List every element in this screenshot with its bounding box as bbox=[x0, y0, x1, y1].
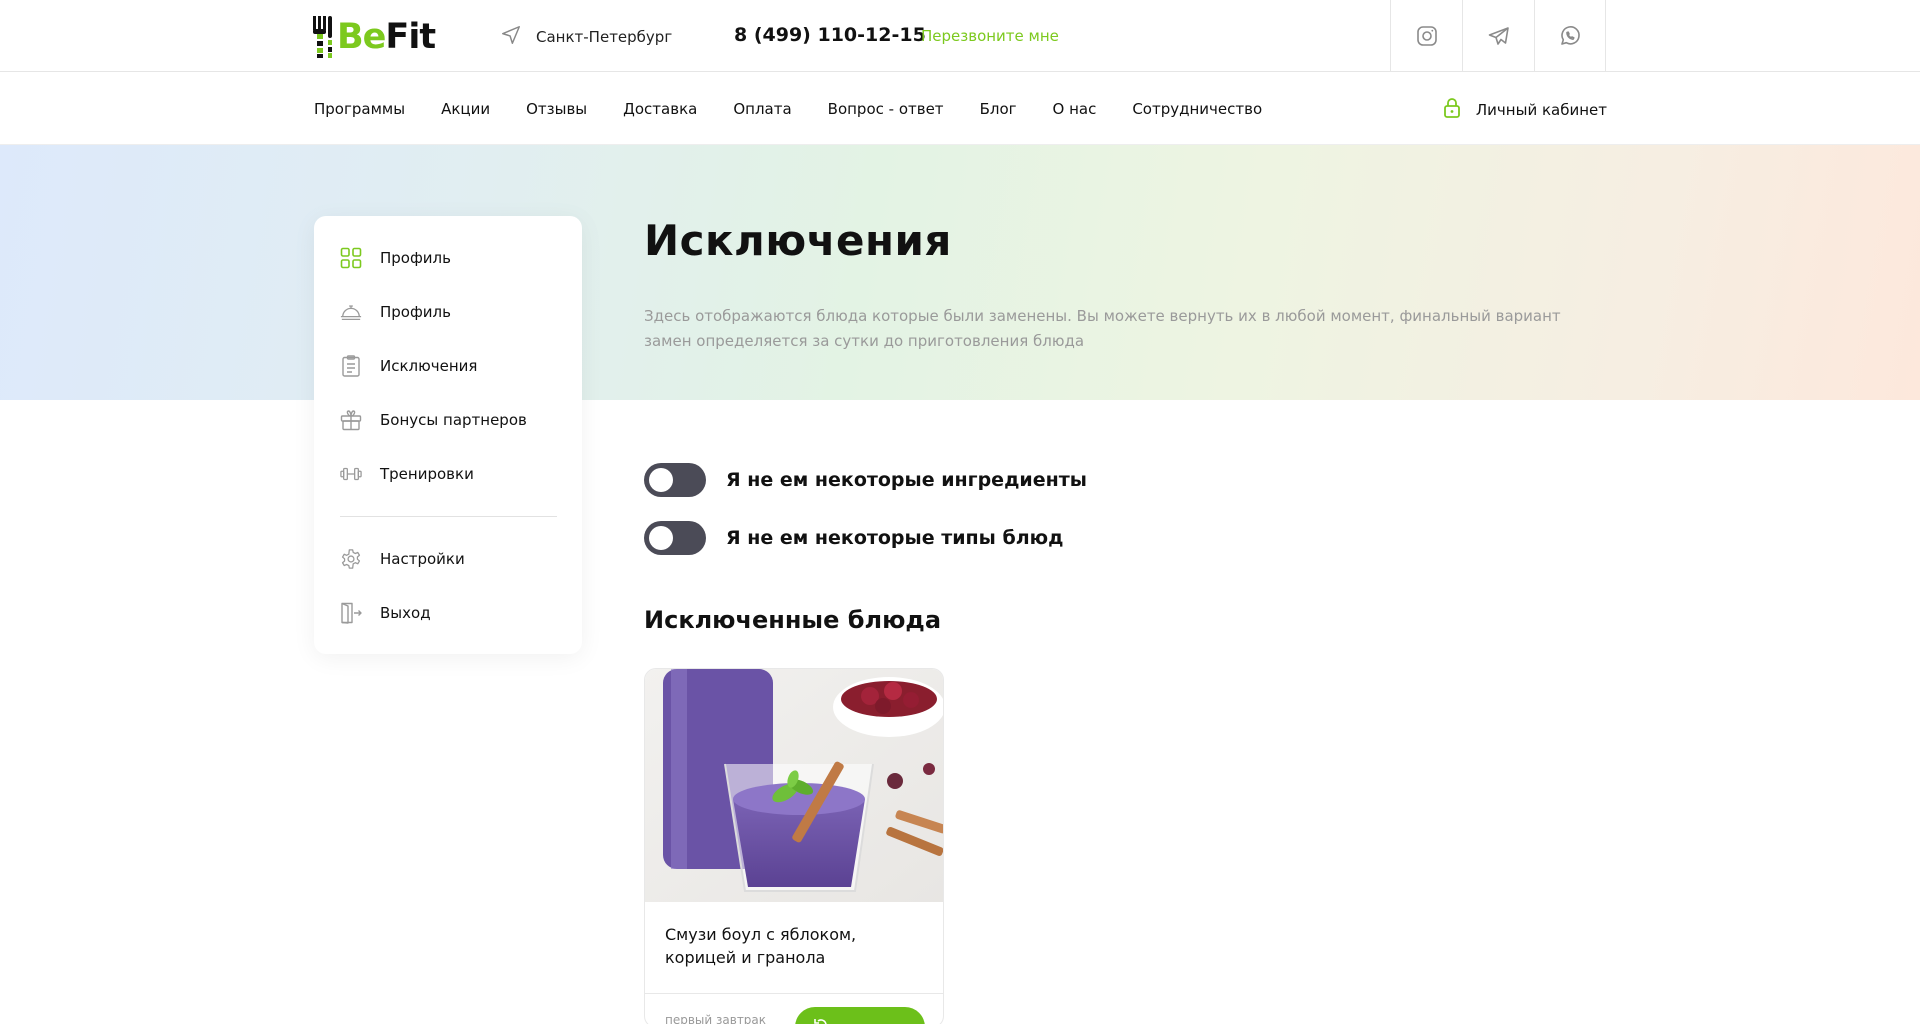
location-arrow-icon bbox=[500, 24, 522, 50]
grid-icon bbox=[340, 247, 362, 269]
gift-icon bbox=[340, 409, 362, 431]
nav-item-promotions[interactable]: Акции bbox=[441, 100, 490, 118]
phone-number[interactable]: 8 (499) 110-12-15 bbox=[734, 24, 926, 46]
meal-type: первый завтрак bbox=[665, 1013, 767, 1024]
toggle-dish-types-row[interactable]: Я не ем некоторые типы блюд bbox=[644, 521, 1063, 555]
hero-gradient-band bbox=[0, 145, 1920, 400]
sidebar-item-label: Настройки bbox=[380, 550, 465, 568]
dish-types-toggle-label: Я не ем некоторые типы блюд bbox=[726, 527, 1064, 549]
page-description: Здесь отображаются блюда которые были за… bbox=[644, 307, 1561, 350]
logo[interactable]: BeFit bbox=[313, 16, 436, 58]
sidebar-item-label: Исключения bbox=[380, 357, 478, 375]
nav-item-reviews[interactable]: Отзывы bbox=[526, 100, 587, 118]
cloche-icon bbox=[340, 301, 362, 323]
city-name: Санкт-Петербург bbox=[536, 28, 673, 46]
dish-card[interactable]: Смузи боул с яблоком, корицей и гранола … bbox=[644, 668, 944, 1024]
sidebar-item-label: Профиль bbox=[380, 303, 451, 321]
nav-item-programs[interactable]: Программы bbox=[314, 100, 405, 118]
nav-item-faq[interactable]: Вопрос - ответ bbox=[828, 100, 944, 118]
page-title: Исключения bbox=[644, 216, 952, 265]
whatsapp-icon[interactable] bbox=[1534, 0, 1606, 72]
nav-item-about[interactable]: О нас bbox=[1053, 100, 1097, 118]
dish-photo bbox=[645, 669, 943, 902]
logo-text-be: Be bbox=[337, 17, 386, 57]
gear-icon bbox=[340, 548, 362, 570]
ingredients-toggle-label: Я не ем некоторые ингредиенты bbox=[726, 469, 1087, 491]
excluded-dishes-title: Исключенные блюда bbox=[644, 606, 942, 634]
toggle-ingredients-row[interactable]: Я не ем некоторые ингредиенты bbox=[644, 463, 1087, 497]
logo-text: BeFit bbox=[337, 17, 436, 57]
sidebar-item-exclusions[interactable]: Исключения bbox=[340, 355, 477, 377]
dumbbell-icon bbox=[340, 463, 362, 485]
nav-item-payment[interactable]: Оплата bbox=[733, 100, 791, 118]
account-sidebar: Профиль Профиль Исключения Бонусы партне… bbox=[314, 216, 582, 654]
sidebar-item-label: Бонусы партнеров bbox=[380, 411, 527, 429]
logout-icon bbox=[340, 602, 362, 624]
nav-menu: Программы Акции Отзывы Доставка Оплата В… bbox=[314, 100, 1298, 118]
city-selector[interactable]: Санкт-Петербург bbox=[500, 24, 672, 50]
sidebar-item-partner-bonuses[interactable]: Бонусы партнеров bbox=[340, 409, 527, 431]
logo-text-fit: Fit bbox=[385, 17, 436, 57]
restore-dish-button[interactable] bbox=[795, 1007, 925, 1024]
nav-item-blog[interactable]: Блог bbox=[980, 100, 1017, 118]
lock-icon bbox=[1442, 97, 1462, 123]
nav-item-delivery[interactable]: Доставка bbox=[623, 100, 697, 118]
card-divider bbox=[645, 993, 943, 994]
instagram-icon[interactable] bbox=[1390, 0, 1462, 72]
nav-item-partnership[interactable]: Сотрудничество bbox=[1132, 100, 1262, 118]
dish-name: Смузи боул с яблоком, корицей и гранола bbox=[665, 925, 857, 967]
telegram-icon[interactable] bbox=[1462, 0, 1534, 72]
sidebar-divider bbox=[340, 516, 557, 517]
sidebar-item-label: Тренировки bbox=[380, 465, 474, 483]
dish-types-toggle[interactable] bbox=[644, 521, 706, 555]
sidebar-item-label: Профиль bbox=[380, 249, 451, 267]
sidebar-item-workouts[interactable]: Тренировки bbox=[340, 463, 474, 485]
callback-link[interactable]: Перезвоните мне bbox=[921, 27, 1059, 45]
main-nav: Программы Акции Отзывы Доставка Оплата В… bbox=[0, 72, 1920, 145]
sidebar-item-logout[interactable]: Выход bbox=[340, 602, 431, 624]
cabinet-label: Личный кабинет bbox=[1475, 101, 1607, 119]
restore-icon bbox=[813, 1017, 829, 1024]
sidebar-item-profile[interactable]: Профиль bbox=[340, 247, 451, 269]
sidebar-item-settings[interactable]: Настройки bbox=[340, 548, 465, 570]
social-links bbox=[1390, 0, 1606, 72]
sidebar-item-label: Выход bbox=[380, 604, 431, 622]
sidebar-item-profile-meals[interactable]: Профиль bbox=[340, 301, 451, 323]
personal-cabinet-link[interactable]: Личный кабинет bbox=[1442, 97, 1607, 123]
clipboard-icon bbox=[340, 355, 362, 377]
fork-logo-icon bbox=[313, 16, 333, 58]
ingredients-toggle[interactable] bbox=[644, 463, 706, 497]
top-bar: BeFit Санкт-Петербург 8 (499) 110-12-15 … bbox=[0, 0, 1920, 72]
